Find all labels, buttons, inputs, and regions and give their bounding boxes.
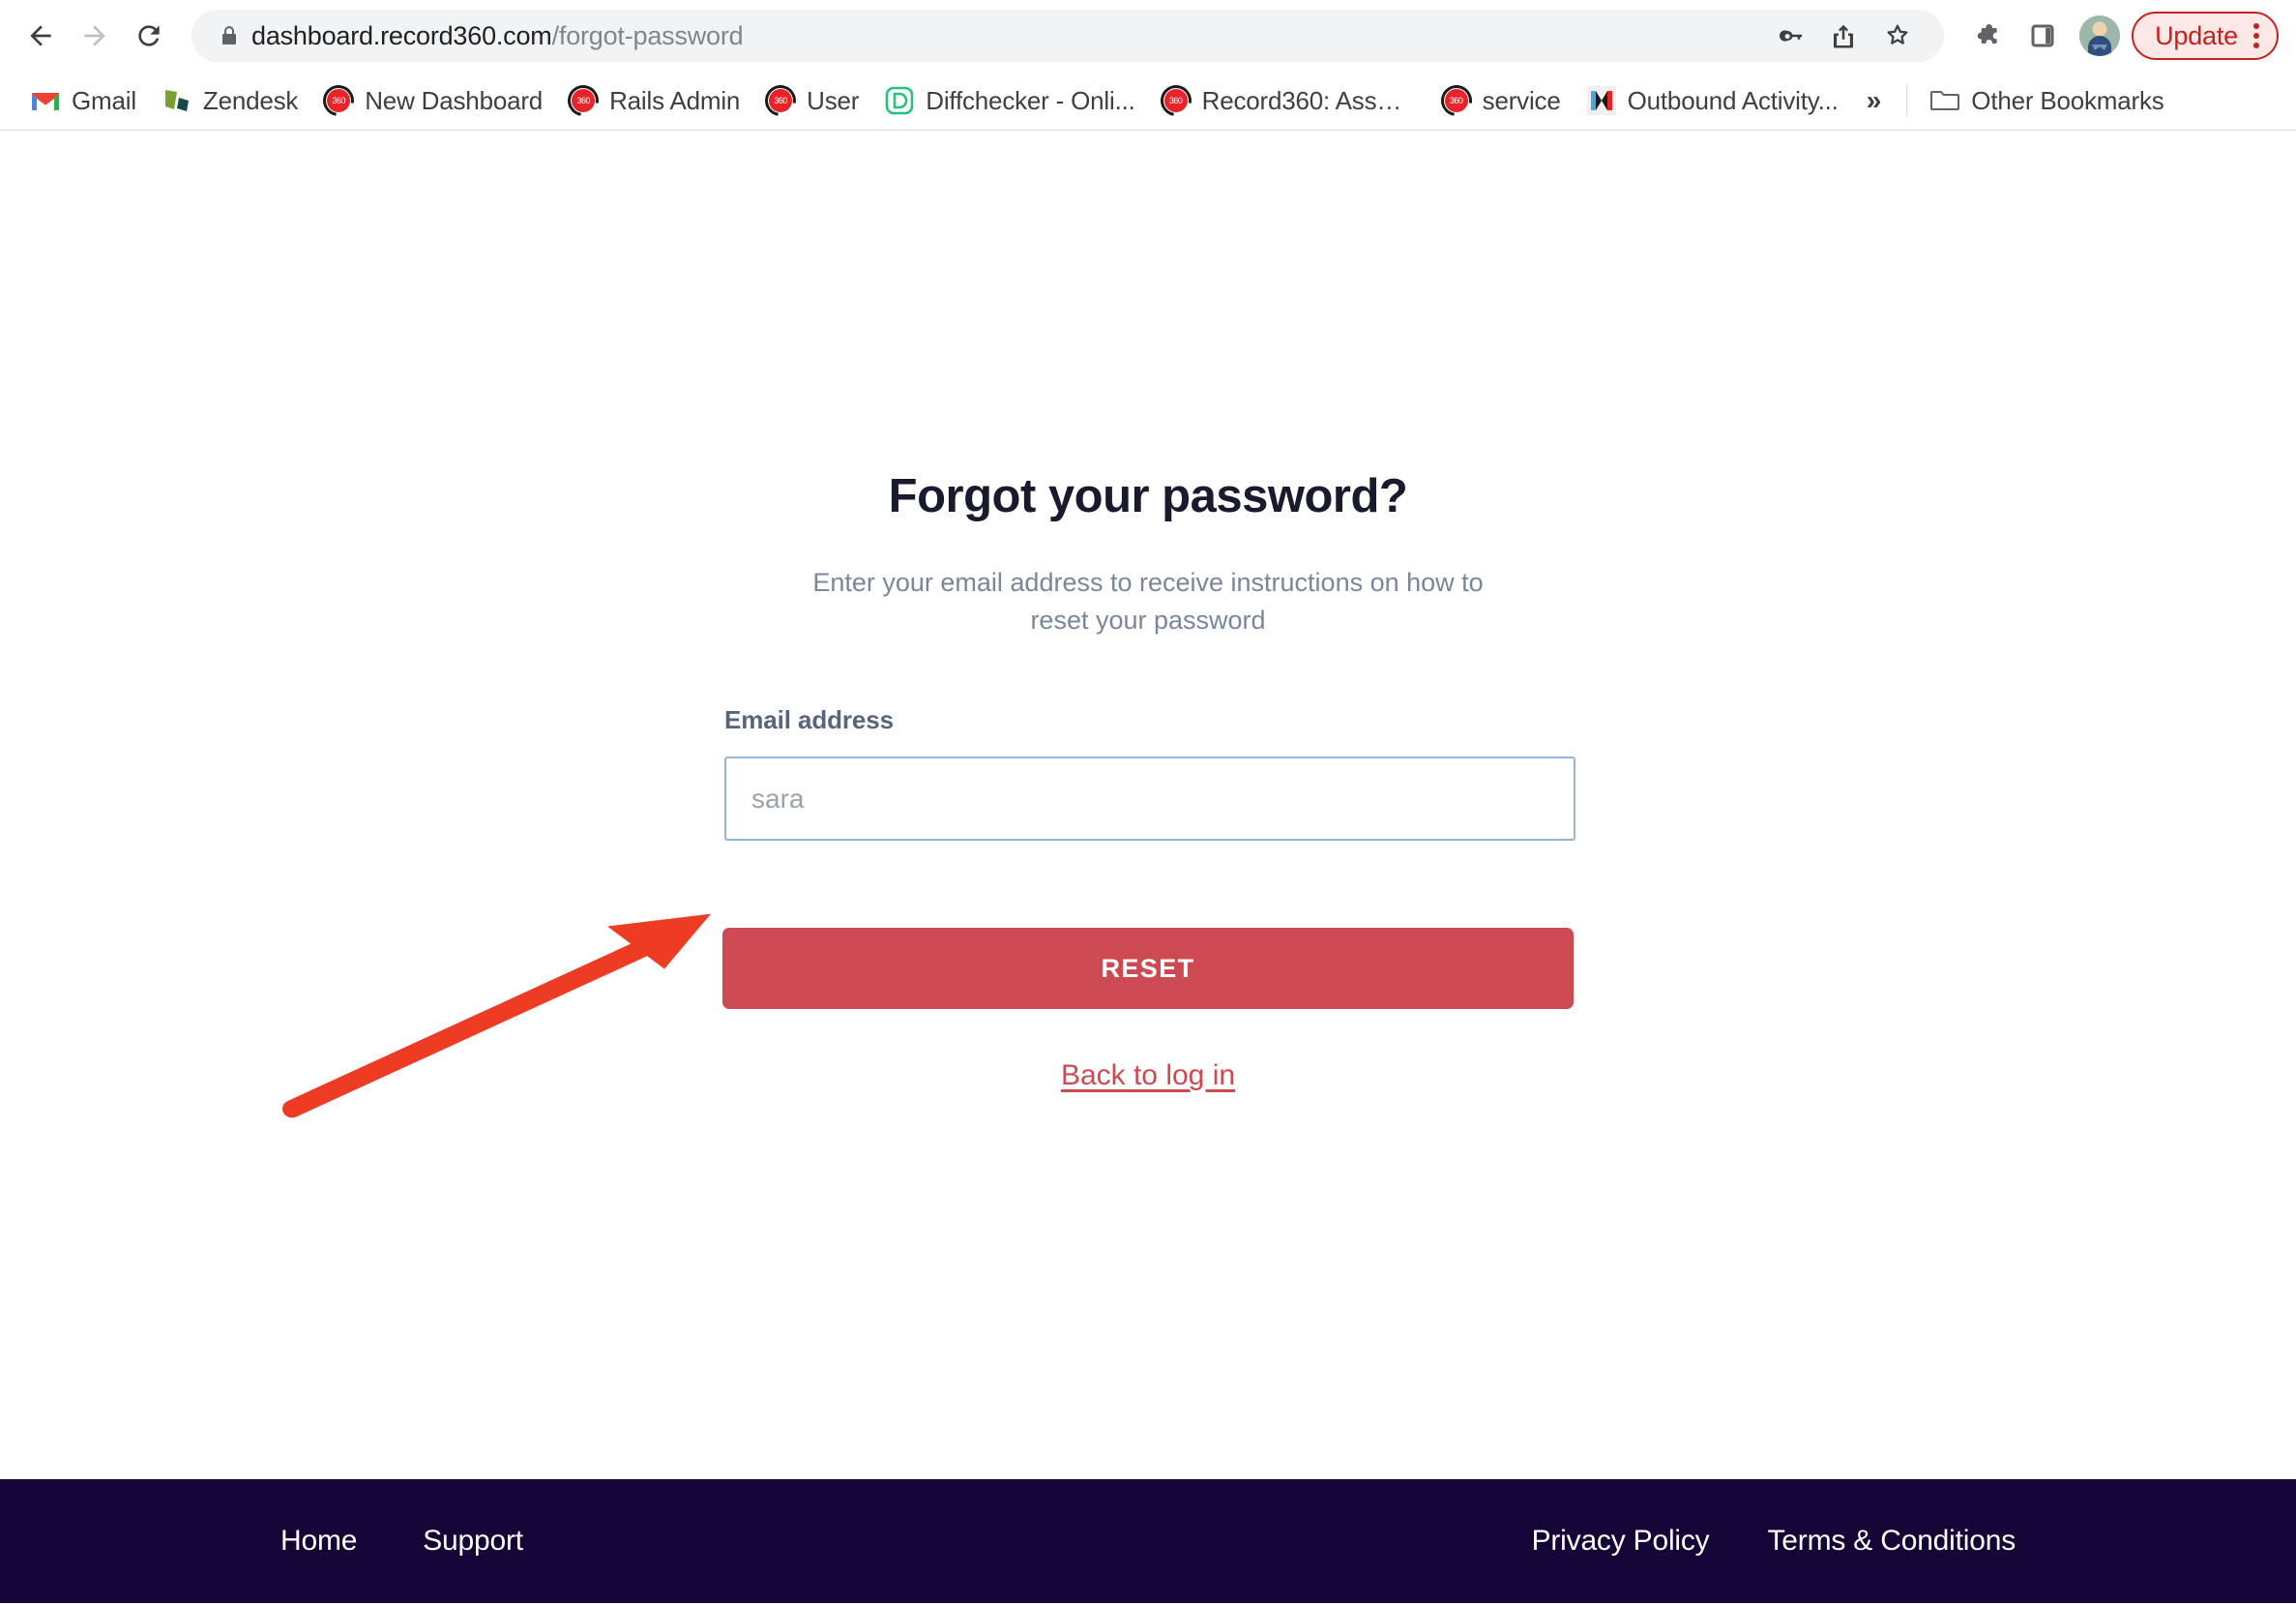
footer-left-links: Home Support [280,1525,523,1558]
bookmark-label: Gmail [72,85,136,115]
bookmark-label: Outbound Activity... [1627,85,1839,115]
back-to-login-link[interactable]: Back to log in [1061,1059,1235,1092]
url-domain: dashboard.record360.com [251,20,552,50]
url-text: dashboard.record360.com/forgot-password [251,21,743,51]
bookmark-new-dashboard[interactable]: 360 New Dashboard [310,78,555,123]
bookmarks-divider [1906,84,1908,117]
kebab-menu-icon[interactable] [2246,23,2267,48]
puzzle-piece-icon [1977,24,1997,44]
record360-icon: 360 [1154,78,1197,123]
footer-link-home[interactable]: Home [280,1525,357,1558]
footer-right-links: Privacy Policy Terms & Conditions [1532,1525,2016,1558]
lock-icon [213,23,246,48]
record360-icon: 360 [316,78,361,123]
record360-icon: 360 [561,78,605,123]
bookmark-star-icon [1887,24,1908,45]
footer-link-terms-conditions[interactable]: Terms & Conditions [1768,1525,2016,1558]
bookmark-label: Diffchecker - Onli... [926,85,1135,115]
extensions-button[interactable] [1961,11,2012,61]
reload-button[interactable] [122,9,176,63]
share-icon [1834,24,1854,48]
bookmarks-overflow-button[interactable]: » [1851,81,1898,120]
page-title: Forgot your password? [888,470,1408,522]
bookmark-star-button[interactable] [1872,11,1923,61]
forward-arrow-icon [84,25,105,46]
email-field-group: Email address [722,705,1575,842]
record360-icon: 360 [1434,78,1478,123]
profile-avatar[interactable] [2079,15,2121,56]
bookmark-label: Record360: Asset... [1201,85,1416,115]
bookmark-zendesk[interactable]: Zendesk [149,79,310,122]
password-key-icon [1780,30,1803,42]
footer-link-privacy-policy[interactable]: Privacy Policy [1532,1525,1710,1558]
page-subtitle: Enter your email address to receive inst… [812,567,1484,636]
bookmark-gmail[interactable]: Gmail [17,79,149,122]
bookmark-label: New Dashboard [365,85,544,115]
omnibox-actions [1764,11,1923,61]
back-button[interactable] [14,9,68,63]
browser-chrome: dashboard.record360.com/forgot-password [0,0,2296,131]
bookmark-label: User [807,85,860,115]
bookmark-label: Zendesk [202,85,299,115]
page-content: Forgot your password? Enter your email a… [0,131,2296,1479]
bookmark-rails-admin[interactable]: 360 Rails Admin [555,78,752,123]
zendesk-icon [162,85,192,116]
bookmark-user[interactable]: 360 User [752,78,871,123]
url-path: /forgot-password [551,20,744,50]
browser-toolbar: dashboard.record360.com/forgot-password [0,0,2296,72]
diffchecker-icon [884,85,915,116]
email-field-label: Email address [724,705,895,735]
toolbar-right-actions: Update [1961,11,2279,61]
bookmark-outbound-activity[interactable]: Outbound Activity... [1574,79,1851,122]
reset-button[interactable]: RESET [722,928,1574,1010]
address-bar[interactable]: dashboard.record360.com/forgot-password [191,10,1945,62]
bookmark-record360-asset[interactable]: 360 Record360: Asset... [1148,78,1428,123]
record360-icon: 360 [758,78,803,123]
bookmark-service[interactable]: 360 service [1428,78,1574,123]
arrow-head [607,913,711,969]
side-panel-icon [2031,24,2054,47]
update-button-label: Update [2155,20,2238,50]
reload-icon [138,25,160,46]
bookmark-diffchecker[interactable]: Diffchecker - Onli... [871,79,1147,122]
share-button[interactable] [1818,11,1869,61]
forward-button[interactable] [68,9,122,63]
back-arrow-icon [30,25,51,46]
side-panel-button[interactable] [2017,11,2068,61]
forgot-password-card: Forgot your password? Enter your email a… [722,470,1575,1479]
folder-icon [1929,85,1960,116]
mixmax-icon [1586,85,1617,116]
footer-link-support[interactable]: Support [423,1525,523,1558]
bookmarks-bar: Gmail Zendesk 360 New Dashboard 360 Rail… [0,72,2296,131]
email-input[interactable] [724,757,1575,842]
bookmark-label: service [1482,85,1561,115]
password-key-button[interactable] [1764,11,1814,61]
avatar-image [2079,15,2121,56]
bookmark-label: Rails Admin [609,85,741,115]
site-footer: Home Support Privacy Policy Terms & Cond… [0,1479,2296,1603]
update-button[interactable]: Update [2132,12,2279,60]
other-bookmarks-label: Other Bookmarks [1971,85,2164,115]
other-bookmarks-folder[interactable]: Other Bookmarks [1917,79,2176,122]
gmail-icon [30,85,61,116]
page-viewport: Forgot your password? Enter your email a… [0,131,2296,1603]
arrow-shaft [282,928,677,1118]
